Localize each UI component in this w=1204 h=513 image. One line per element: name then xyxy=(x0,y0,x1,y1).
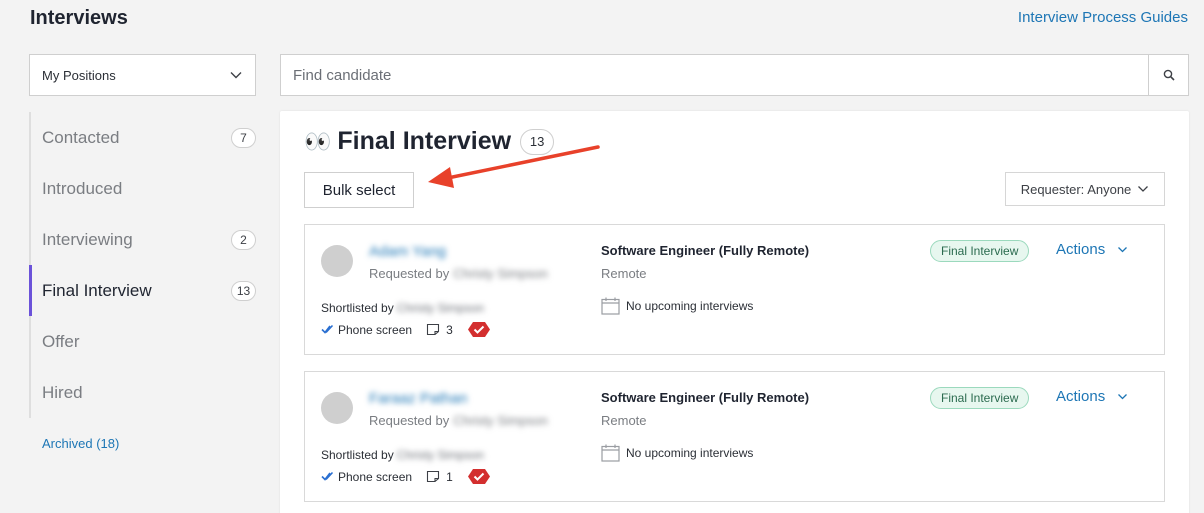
actions-label: Actions xyxy=(1056,241,1106,258)
shortlisted-by-label: Shortlisted by xyxy=(321,301,394,315)
stage-label: Interviewing xyxy=(42,229,133,249)
stage-label: Introduced xyxy=(42,178,123,198)
requested-by-name: Christy Simpson xyxy=(453,413,548,428)
status-badge: Final Interview xyxy=(930,387,1030,409)
note-icon xyxy=(427,323,440,336)
requested-by-label: Requested by xyxy=(369,266,450,281)
note-icon xyxy=(427,470,440,483)
positions-select-value: My Positions xyxy=(42,67,116,83)
stage-item-hired[interactable]: Hired xyxy=(31,367,256,418)
status-badge: Final Interview xyxy=(930,240,1030,262)
shortlisted-by-name: Christy Simpson xyxy=(396,301,485,315)
candidate-name[interactable]: Adam Yang xyxy=(369,243,446,260)
double-check-icon xyxy=(321,324,334,334)
stage-count: 2 xyxy=(231,229,256,250)
candidate-card: Faraaz Pathan Requested by Christy Simpso… xyxy=(304,371,1165,502)
notes-count[interactable]: 1 xyxy=(426,470,453,484)
double-check-icon xyxy=(321,471,334,481)
stage-item-offer[interactable]: Offer xyxy=(31,316,256,367)
requested-by-label: Requested by xyxy=(369,413,450,428)
phone-screen-status: Phone screen xyxy=(321,323,412,337)
positions-select[interactable]: My Positions xyxy=(29,54,256,96)
archived-link[interactable]: Archived (18) xyxy=(42,436,119,451)
verified-badge-icon xyxy=(467,322,490,337)
phone-screen-label: Phone screen xyxy=(338,469,413,484)
notes-count-value: 1 xyxy=(446,469,453,484)
shortlisted-by-name: Christy Simpson xyxy=(396,448,485,462)
shortlisted-by: Shortlisted by Christy Simpson xyxy=(321,448,484,462)
candidate-card: Adam Yang Requested by Christy Simpson Sh… xyxy=(304,224,1165,355)
calendar-icon xyxy=(601,444,620,462)
chevron-down-icon xyxy=(1118,247,1128,253)
chevron-down-icon xyxy=(1118,394,1128,400)
stage-panel: 👀 Final Interview 1 3 Bulk select Request… xyxy=(280,111,1189,513)
chevron-down-icon xyxy=(230,72,242,79)
avatar xyxy=(321,392,353,424)
upcoming-interviews: No upcoming interviews xyxy=(601,444,753,462)
eyes-icon: 👀 xyxy=(304,128,332,154)
chevron-down-icon xyxy=(1138,186,1149,192)
page-title: Interviews xyxy=(30,7,128,29)
job-location: Remote xyxy=(601,413,647,428)
stage-item-final-interview[interactable]: Final Interview 13 xyxy=(29,265,256,316)
requester-filter-label: Requester: Anyone xyxy=(1020,181,1132,197)
phone-screen-status: Phone screen xyxy=(321,470,412,484)
annotation-arrow-icon xyxy=(428,145,600,188)
job-title: Software Engineer (Fully Remote) xyxy=(601,390,810,405)
interview-process-guides-link[interactable]: Interview Process Guides xyxy=(1018,9,1188,26)
shortlisted-by: Shortlisted by Christy Simpson xyxy=(321,301,484,315)
search-input[interactable] xyxy=(281,55,1148,95)
stage-item-interviewing[interactable]: Interviewing 2 xyxy=(31,214,256,265)
stage-label: Hired xyxy=(42,382,83,402)
notes-count-value: 3 xyxy=(446,322,453,337)
phone-screen-label: Phone screen xyxy=(338,322,413,337)
stage-item-contacted[interactable]: Contacted 7 xyxy=(31,112,256,163)
calendar-icon xyxy=(601,297,620,315)
upcoming-interviews-label: No upcoming interviews xyxy=(626,446,754,460)
candidate-name[interactable]: Faraaz Pathan xyxy=(369,390,467,407)
actions-dropdown[interactable]: Actions xyxy=(1056,241,1128,258)
stage-label: Final Interview xyxy=(42,280,152,300)
stage-item-introduced[interactable]: Introduced xyxy=(31,163,256,214)
search-button[interactable] xyxy=(1148,55,1188,95)
stage-label: Offer xyxy=(42,331,80,351)
candidate-search xyxy=(280,54,1189,96)
requested-by: Requested by Christy Simpson xyxy=(369,266,548,281)
candidate-meta: Phone screen 1 xyxy=(321,468,491,485)
stage-label: Contacted xyxy=(42,127,120,147)
actions-dropdown[interactable]: Actions xyxy=(1056,388,1128,405)
bulk-select-button[interactable]: Bulk select xyxy=(304,172,414,208)
candidate-meta: Phone screen 3 xyxy=(321,321,491,338)
actions-label: Actions xyxy=(1056,388,1106,405)
search-icon xyxy=(1163,69,1175,81)
job-location: Remote xyxy=(601,266,647,281)
avatar xyxy=(321,245,353,277)
requested-by-name: Christy Simpson xyxy=(453,266,548,281)
requested-by: Requested by Christy Simpson xyxy=(369,413,548,428)
notes-count[interactable]: 3 xyxy=(426,323,453,337)
requester-filter[interactable]: Requester: Anyone xyxy=(1005,172,1165,206)
job-title: Software Engineer (Fully Remote) xyxy=(601,243,810,258)
upcoming-interviews-label: No upcoming interviews xyxy=(626,299,754,313)
stage-nav: Contacted 7 Introduced Interviewing 2 Fi… xyxy=(29,112,256,418)
stage-count: 7 xyxy=(231,127,256,148)
upcoming-interviews: No upcoming interviews xyxy=(601,297,753,315)
verified-badge-icon xyxy=(467,469,490,484)
stage-count: 13 xyxy=(231,280,256,301)
shortlisted-by-label: Shortlisted by xyxy=(321,448,394,462)
